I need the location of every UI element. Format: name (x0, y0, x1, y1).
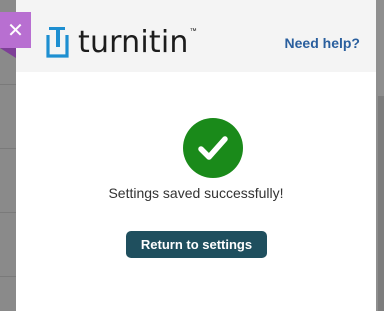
success-message: Settings saved successfully! (108, 185, 284, 201)
divider (0, 212, 16, 213)
turnitin-logo: turnitin ™ (46, 24, 197, 60)
close-icon: ✕ (7, 18, 24, 42)
need-help-link[interactable]: Need help? (285, 35, 360, 51)
brand-name: turnitin (78, 24, 189, 60)
return-to-settings-button[interactable]: Return to settings (126, 231, 267, 258)
close-button[interactable]: ✕ (0, 12, 31, 48)
divider (0, 148, 16, 149)
dialog-header: turnitin ™ Need help? (16, 0, 376, 72)
divider (0, 276, 16, 277)
settings-saved-dialog: turnitin ™ Need help? (16, 0, 376, 311)
check-circle-icon (183, 118, 243, 178)
trademark: ™ (189, 28, 197, 35)
divider (0, 84, 16, 85)
close-tab-fold (0, 48, 16, 58)
scrollbar[interactable] (378, 96, 384, 311)
turnitin-logo-icon (46, 27, 69, 58)
checkmark-icon (198, 136, 228, 160)
